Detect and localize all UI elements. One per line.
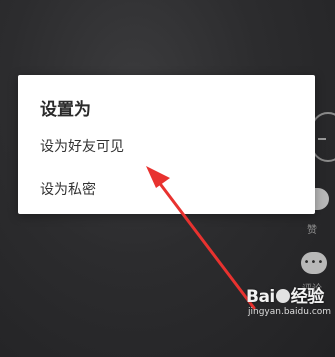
dialog-title: 设置为 [40,100,91,120]
paw-icon [275,289,290,303]
watermark-logo: Bai 经验 [246,287,324,307]
comment-icon[interactable]: ••• [301,252,327,274]
watermark-url: jingyan.baidu.com [248,307,332,317]
option-private[interactable]: 设为私密 [40,179,96,199]
minus-icon [318,138,326,140]
option-friends-visible[interactable]: 设为好友可见 [40,136,124,156]
like-label: 赞 [307,225,317,236]
baidu-jingyan-watermark: Bai 经验 jingyan.baidu.com [246,282,332,322]
set-as-dialog: 设置为 设为好友可见 设为私密 [18,75,315,214]
